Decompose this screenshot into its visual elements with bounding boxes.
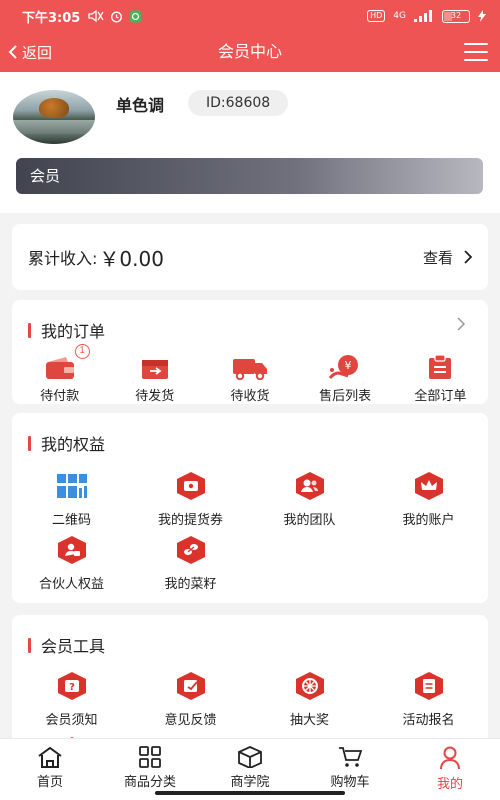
svg-text:?: ?: [69, 682, 75, 693]
chevron-right-icon: [464, 250, 472, 264]
rights-account[interactable]: 我的账户: [369, 471, 488, 528]
rights-qrcode[interactable]: 二维码: [12, 471, 131, 528]
tools-member-notice[interactable]: ? 会员须知: [12, 671, 131, 728]
section-accent-bar: [28, 322, 31, 338]
school-icon: [238, 746, 262, 768]
income-card: 累计收入: ￥0.00 查看: [12, 224, 488, 290]
bottom-tab-bar: 首页 商品分类 商学院 购物车 我的: [0, 738, 500, 800]
signal-icon: [414, 10, 432, 22]
signup-icon: [414, 672, 443, 700]
qrcode-icon: [56, 474, 87, 498]
refund-icon: ¥: [328, 355, 359, 379]
charging-icon: [478, 10, 486, 22]
hd-indicator: HD: [367, 10, 386, 22]
page-title: 会员中心: [217, 42, 282, 61]
user-icon: [440, 746, 460, 770]
cart-icon: [339, 747, 362, 767]
profile-card: 单色调 ID:68608 会员: [0, 72, 500, 213]
tab-home[interactable]: 首页: [0, 739, 100, 800]
seed-icon: [176, 536, 205, 564]
home-indicator: [155, 791, 345, 795]
rights-card: 我的权益 二维码 我的提货券 我的团队 我的账户 合伙人权益 我的菜籽: [12, 413, 488, 603]
rights-seeds[interactable]: 我的菜籽: [131, 535, 250, 592]
app-notification-icon: [129, 10, 142, 22]
order-pending-shipment[interactable]: 待发货: [107, 352, 202, 404]
user-id-badge: ID:68608: [188, 90, 289, 116]
income-amount: ￥0.00: [99, 246, 164, 271]
username: 单色调: [116, 96, 165, 115]
tools-card: 会员工具 ? 会员须知 意见反馈 抽大奖 活动报名: [12, 615, 488, 755]
member-level-bar[interactable]: 会员: [16, 158, 483, 194]
alarm-icon: [111, 11, 123, 22]
income-label: 累计收入:: [28, 249, 98, 268]
rights-partner[interactable]: 合伙人权益: [12, 535, 131, 592]
orders-title: 我的订单: [41, 322, 106, 341]
feedback-icon: [176, 672, 205, 700]
navbar: 返回 会员中心: [0, 32, 500, 72]
section-accent-bar: [28, 637, 31, 653]
network-type: 4G: [393, 11, 406, 21]
back-label: 返回: [22, 43, 53, 62]
menu-icon[interactable]: [464, 43, 488, 61]
rights-title: 我的权益: [41, 435, 106, 454]
truck-icon: [232, 359, 267, 380]
chevron-left-icon: [8, 45, 17, 59]
coupon-icon: [176, 472, 205, 500]
orders-card: 我的订单 1 待付款 待发货 待收货 ¥ 售后列表 全部订单: [12, 300, 488, 404]
section-accent-bar: [28, 435, 31, 451]
avatar[interactable]: [13, 90, 95, 144]
tools-title: 会员工具: [41, 637, 106, 656]
home-icon: [38, 746, 62, 768]
team-icon: [295, 472, 324, 500]
battery-level: 32: [450, 10, 462, 20]
mute-icon: [88, 10, 104, 22]
order-pending-receipt[interactable]: 待收货: [202, 352, 297, 404]
crown-icon: [414, 472, 443, 500]
battery-icon: 32: [442, 9, 470, 23]
wheel-icon: [295, 672, 324, 700]
order-pending-payment[interactable]: 1 待付款: [12, 344, 107, 404]
order-all[interactable]: 全部订单: [393, 352, 488, 404]
status-time: 下午3:05: [22, 10, 81, 26]
tools-event-signup[interactable]: 活动报名: [369, 671, 488, 728]
category-icon: [139, 746, 161, 768]
chevron-right-icon[interactable]: [456, 316, 466, 332]
partner-icon: [57, 536, 86, 564]
back-button[interactable]: 返回: [8, 32, 52, 72]
rights-coupon[interactable]: 我的提货券: [131, 471, 250, 528]
question-icon: ?: [57, 672, 86, 700]
box-icon: [141, 360, 168, 379]
clipboard-icon: [429, 354, 452, 379]
view-income-button[interactable]: 查看: [423, 247, 472, 268]
tools-lucky-draw[interactable]: 抽大奖: [250, 671, 369, 728]
rights-team[interactable]: 我的团队: [250, 471, 369, 528]
svg-text:¥: ¥: [345, 359, 352, 372]
order-count-badge: 1: [74, 344, 90, 359]
wallet-icon: [45, 357, 74, 379]
tools-feedback[interactable]: 意见反馈: [131, 671, 250, 728]
view-label: 查看: [422, 248, 453, 267]
tab-profile[interactable]: 我的: [400, 739, 500, 800]
order-after-sales[interactable]: ¥ 售后列表: [298, 352, 393, 404]
status-bar: 下午3:05 HD 4G 32: [0, 0, 500, 32]
